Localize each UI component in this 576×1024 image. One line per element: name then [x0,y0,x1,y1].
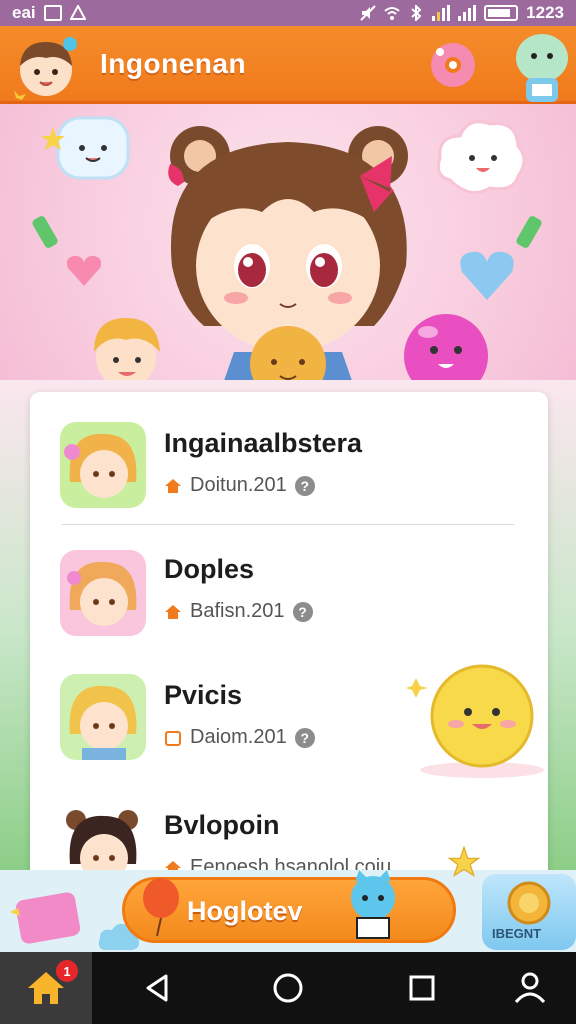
mascot-icon[interactable] [508,28,572,106]
donut-icon[interactable] [428,40,478,90]
heart-icon [66,255,102,286]
bluetooth-icon [411,5,422,21]
best-badge-label: IBEGNT [492,926,542,941]
signal-icon-2 [458,5,477,21]
cloud-bunny-right [436,120,526,194]
item-meta-text: Doitun.201 [190,474,287,496]
recents-icon[interactable] [402,968,442,1008]
battery-icon [484,5,519,21]
notification-icon [43,5,62,21]
signal-icon [432,5,451,21]
app-header: Ingonenan [0,26,576,104]
item-meta: Bafisn.201 ? [164,600,313,623]
balloon-icon [143,878,179,937]
item-meta: Doitun.201 ? [164,474,315,497]
app-title: Ingonenan [100,48,247,79]
status-left-text: eai [12,3,36,22]
coin-icon [507,881,551,925]
candy-icon [32,216,58,248]
item-avatar [60,550,146,636]
main-character [168,126,408,404]
list-item[interactable]: Doples Bafisn.201 ? [30,524,548,654]
back-icon[interactable] [138,968,178,1008]
circle-home-icon[interactable] [268,968,308,1008]
alert-icon [69,5,86,20]
mute-icon [360,5,376,21]
item-title: Doples [164,554,255,584]
blue-cat-icon [351,870,395,939]
item-meta-text: Daiom.201 [190,726,287,748]
item-title: Pvicis [164,680,243,710]
house-icon [165,478,181,493]
candy-icon-right [516,216,542,248]
best-badge[interactable]: IBEGNT [482,874,576,950]
header-avatar[interactable] [10,32,82,104]
hero-banner [0,104,576,404]
item-title: Ingainaalbstera [164,428,363,458]
status-time: 1223 [526,3,564,22]
info-icon[interactable]: ? [294,727,315,748]
blue-heart-icon [460,251,514,300]
list-item[interactable]: Pvicis Daiom.201 ? [30,654,548,784]
item-meta-text: Bafisn.201 [190,600,285,622]
house-icon [165,604,181,619]
item-avatar [60,422,146,508]
item-title: Bvlopoin [164,810,280,840]
item-meta: Daiom.201 ? [164,726,315,749]
status-bar: eai 1223 [0,0,576,26]
house-icon [165,730,181,746]
navigation-bar: 1 [0,952,576,1024]
home-notification-badge: 1 [56,960,78,982]
item-avatar [60,674,146,760]
action-button-label: Hoglotev [187,896,303,926]
home-tab[interactable]: 1 [0,952,92,1024]
info-icon[interactable]: ? [294,475,315,496]
list-item[interactable]: Ingainaalbstera Doitun.201 ? [30,392,548,522]
info-icon[interactable]: ? [292,601,313,622]
yellow-ball-character [406,664,544,778]
list-card: Ingainaalbstera Doitun.201 ? Doples Bafi… [30,392,548,882]
star-icon-bottom [448,846,480,877]
wifi-icon [384,7,400,20]
gift-icon[interactable] [4,878,96,948]
star-icon [41,127,65,150]
account-icon[interactable] [510,968,550,1008]
action-button[interactable]: Hoglotev [122,870,456,943]
